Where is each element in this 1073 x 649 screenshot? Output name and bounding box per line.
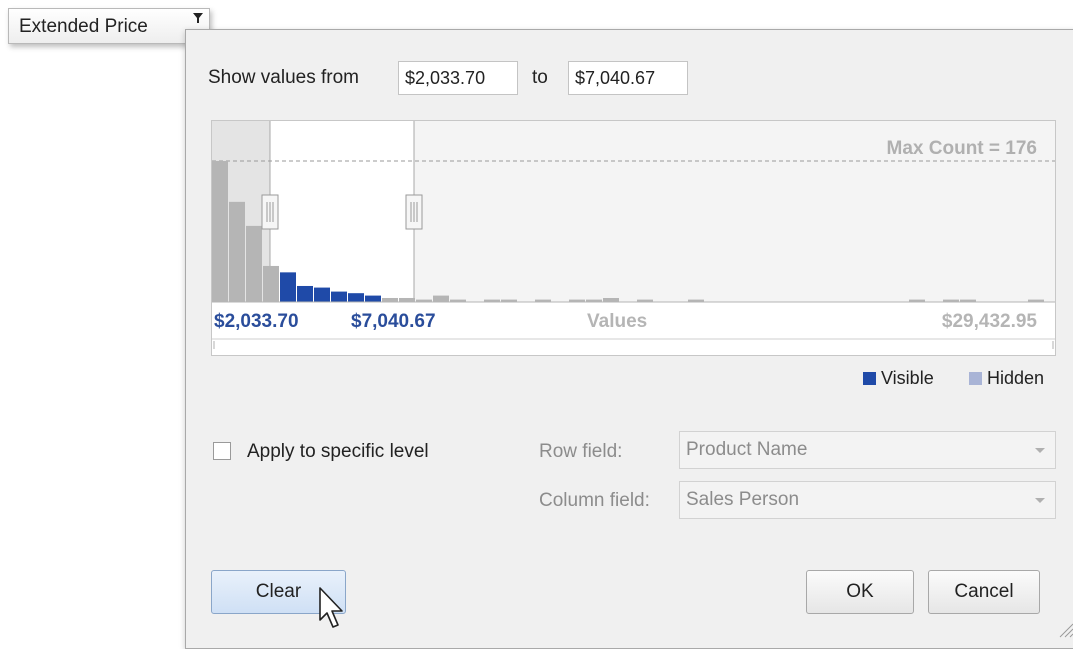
hidden-swatch	[969, 372, 982, 385]
filter-icon[interactable]	[191, 11, 205, 25]
range-selected-max-label: $7,040.67	[351, 311, 436, 332]
histogram-bar	[348, 293, 364, 302]
histogram-bar	[263, 265, 279, 302]
histogram-canvas: Max Count = 176 $2,033.70 $7,040.67 Valu…	[212, 121, 1055, 355]
column-field-dropdown-icon	[1035, 498, 1045, 503]
resize-grip-icon[interactable]	[1056, 620, 1073, 638]
histogram-bar	[229, 201, 245, 302]
apply-specific-level-label: Apply to specific level	[247, 441, 429, 462]
row-field-dropdown-icon	[1035, 448, 1045, 453]
to-label: to	[532, 67, 548, 88]
axis-values-label: Values	[587, 311, 647, 332]
mouse-pointer-icon	[319, 587, 343, 628]
histogram-bar	[314, 287, 330, 302]
row-field-label: Row field:	[539, 441, 623, 462]
histogram-bar	[433, 295, 449, 302]
range-max-value-label: $29,432.95	[942, 311, 1038, 332]
row-field-combo[interactable]: Product Name	[679, 431, 1056, 469]
ok-button[interactable]: OK	[806, 570, 914, 614]
cancel-button[interactable]: Cancel	[928, 570, 1040, 614]
filter-popup: Show values from $2,033.70 to $7,040.67 …	[185, 29, 1073, 649]
legend-hidden: Hidden	[969, 368, 1044, 389]
max-count-label: Max Count = 176	[887, 138, 1037, 159]
row-field-value: Product Name	[686, 439, 808, 460]
histogram-bar	[603, 297, 619, 302]
legend-visible: Visible	[863, 368, 934, 389]
histogram-bar	[246, 225, 262, 302]
visible-swatch	[863, 372, 876, 385]
column-field-label: Column field:	[539, 490, 650, 511]
histogram-bar	[297, 285, 313, 302]
histogram-bar	[280, 272, 296, 302]
field-header-label: Extended Price	[19, 16, 148, 37]
column-field-combo[interactable]: Sales Person	[679, 481, 1056, 519]
histogram-bar	[212, 161, 228, 302]
legend-visible-label: Visible	[881, 368, 934, 388]
legend-hidden-label: Hidden	[987, 368, 1045, 388]
histogram-bar	[399, 297, 415, 302]
histogram-bar	[365, 295, 381, 302]
apply-specific-level-checkbox[interactable]	[213, 442, 231, 460]
histogram-bar	[331, 291, 347, 302]
range-start-thumb[interactable]	[261, 194, 279, 230]
column-field-value: Sales Person	[686, 489, 800, 510]
value-histogram[interactable]: Max Count = 176 $2,033.70 $7,040.67 Valu…	[211, 120, 1056, 356]
range-to-input[interactable]: $7,040.67	[568, 61, 688, 95]
range-min-value-label: $2,033.70	[214, 311, 299, 332]
histogram-bar	[382, 297, 398, 302]
show-values-from-label: Show values from	[208, 67, 360, 88]
field-header-extended-price[interactable]: Extended Price	[8, 8, 210, 44]
range-from-input[interactable]: $2,033.70	[398, 61, 518, 95]
range-end-thumb[interactable]	[405, 194, 423, 230]
